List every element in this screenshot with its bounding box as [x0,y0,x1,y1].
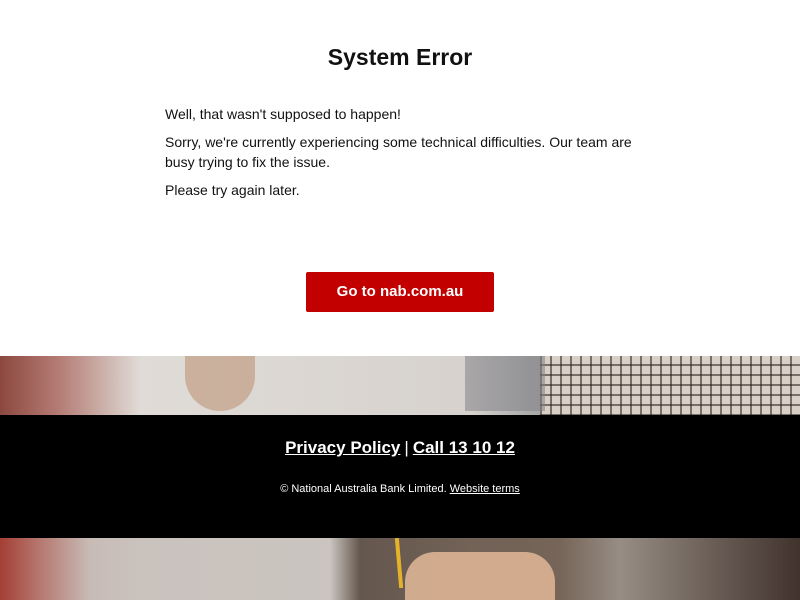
checked-shirt-shape [540,356,800,416]
person-head-shape [185,356,255,411]
monitor-shape [465,356,545,411]
footer-links: Privacy Policy | Call 13 10 12 [0,437,800,459]
error-page: System Error Well, that wasn't supposed … [0,0,800,600]
website-terms-link[interactable]: Website terms [450,483,520,495]
copyright: © National Australia Bank Limited. Websi… [0,482,800,496]
error-message-line-1: Well, that wasn't supposed to happen! [165,106,401,122]
privacy-policy-link[interactable]: Privacy Policy [285,438,400,457]
error-message: Well, that wasn't supposed to happen! So… [165,104,635,208]
error-message-line-3: Please try again later. [165,182,300,198]
error-message-line-2: Sorry, we're currently experiencing some… [165,134,632,170]
call-link[interactable]: Call 13 10 12 [413,438,515,457]
error-panel: System Error Well, that wasn't supposed … [0,0,800,356]
footer-separator: | [404,438,409,457]
copyright-text: © National Australia Bank Limited. [280,483,447,495]
footer: Privacy Policy | Call 13 10 12 © National … [0,415,800,538]
page-title: System Error [327,44,473,70]
hand-shape [405,552,555,600]
go-to-nab-button[interactable]: Go to nab.com.au [306,272,494,312]
